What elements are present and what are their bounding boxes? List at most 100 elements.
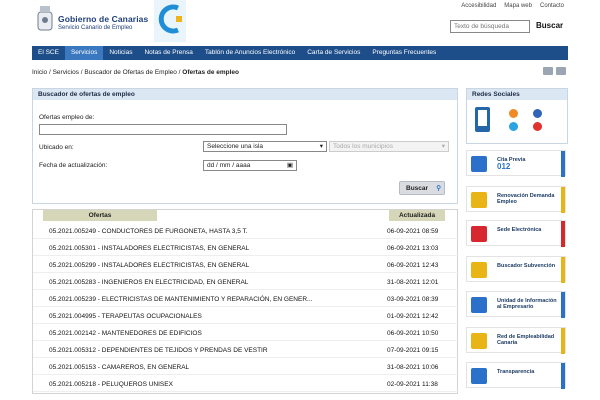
sidebar-item-text: Buscador Subvención [497, 263, 556, 269]
sidebar-item-accent [561, 257, 565, 283]
nav-notas-prensa[interactable]: Notas de Prensa [138, 46, 198, 60]
offer-date: 31-08-2021 10:06 [387, 364, 439, 371]
offer-title[interactable]: 05.2021.005312 - DEPENDIENTES DE TEJIDOS… [49, 347, 268, 354]
sidebar-item-label: Transparencia [497, 369, 561, 375]
sidebar-item-accent [561, 187, 565, 213]
table-row[interactable]: 05.2021.002142 - MANTENEDORES DE EDIFICI… [33, 326, 459, 341]
table-row[interactable]: 05.2021.005249 - CONDUCTORES DE FURGONET… [33, 224, 459, 239]
table-row[interactable]: 05.2021.005218 - PELUQUEROS UNISEX 02-09-… [33, 377, 459, 392]
breadcrumb-path[interactable]: Inicio / Servicios / Buscador de Ofertas… [32, 69, 182, 76]
offer-title[interactable]: 05.2021.002142 - MANTENEDORES DE EDIFICI… [49, 330, 202, 337]
sidebar-item-accent [561, 328, 565, 354]
page-tools [543, 67, 566, 75]
table-row[interactable]: 05.2021.005312 - DEPENDIENTES DE TEJIDOS… [33, 343, 459, 358]
offer-title[interactable]: 05.2021.005301 - INSTALADORES ELECTRICIS… [49, 245, 249, 252]
nav-tablon-anuncios[interactable]: Tablón de Anuncios Electrónico [199, 46, 301, 60]
offer-date: 06-09-2021 12:43 [387, 262, 439, 269]
youtube-icon[interactable] [533, 122, 542, 131]
table-row[interactable]: 05.2021.005283 - INGENIEROS EN ELECTRICI… [33, 275, 459, 290]
sidebar-item-text: Sede Electrónica [497, 227, 542, 233]
chevron-down-icon: ▾ [441, 143, 445, 150]
search-button[interactable]: Buscar [536, 21, 563, 30]
offer-date: 01-09-2021 12:42 [387, 313, 439, 320]
table-row[interactable]: 05.2021.005239 - ELECTRICISTAS DE MANTEN… [33, 292, 459, 307]
chevron-down-icon: ▾ [319, 143, 323, 150]
sce-c-icon [158, 4, 182, 34]
sidebar-item-text: Red de Empleabilidad Canaria [497, 334, 555, 346]
column-header-updated: Actualizada [389, 210, 445, 221]
rss-icon[interactable] [509, 109, 518, 118]
print-icon[interactable] [556, 67, 566, 75]
sidebar-item[interactable]: Renovación Demanda Empleo [466, 186, 566, 213]
sidebar-item-accent [561, 292, 565, 318]
twitter-icon[interactable] [509, 122, 518, 131]
service-icon [471, 262, 487, 278]
nav-noticias[interactable]: Noticias [103, 46, 138, 60]
logo[interactable]: Gobierno de Canarias Servicio Canario de… [58, 14, 148, 31]
offer-title[interactable]: 05.2021.005299 - INSTALADORES ELECTRICIS… [49, 262, 249, 269]
nav-preguntas-frecuentes[interactable]: Preguntas Frecuentes [366, 46, 442, 60]
breadcrumb: Inicio / Servicios / Buscador de Ofertas… [32, 69, 239, 76]
sidebar-item[interactable]: Cita Previa 012 [466, 150, 566, 177]
island-select[interactable]: Seleccione una isla ▾ [203, 141, 327, 152]
service-icon [471, 333, 487, 349]
link-contacto[interactable]: Contacto [540, 3, 564, 9]
logo-subtitle: Servicio Canario de Empleo [58, 25, 133, 31]
table-row[interactable]: 05.2021.005299 - INSTALADORES ELECTRICIS… [33, 258, 459, 273]
site-header: Gobierno de Canarias Servicio Canario de… [0, 0, 600, 46]
island-select-value: Seleccione una isla [207, 143, 264, 150]
sidebar-item-accent [561, 151, 565, 177]
nav-servicios[interactable]: Servicios [64, 46, 104, 60]
sidebar-item-accent [561, 363, 565, 389]
table-row[interactable]: 05.2021.004995 - TERAPEUTAS OCUPACIONALE… [33, 309, 459, 324]
offer-date: 06-09-2021 10:50 [387, 330, 439, 337]
date-input[interactable]: dd / mm / aaaa ▣ [203, 160, 297, 171]
sidebar-item[interactable]: Buscador Subvención [466, 256, 566, 283]
service-icon [471, 226, 487, 242]
sidebar-item-label: Buscador Subvención [497, 263, 561, 269]
offer-title[interactable]: 05.2021.005239 - ELECTRICISTAS DE MANTEN… [49, 296, 312, 303]
offer-date: 02-09-2021 11:38 [387, 381, 438, 388]
sidebar-item[interactable]: Transparencia [466, 362, 566, 389]
offer-title[interactable]: 05.2021.005218 - PELUQUEROS UNISEX [49, 381, 173, 388]
offer-title[interactable]: 05.2021.005283 - INGENIEROS EN ELECTRICI… [49, 279, 248, 286]
top-links: Accesibilidad Mapa web Contacto [461, 3, 564, 9]
calendar-icon[interactable]: ▣ [287, 161, 293, 170]
mobile-app-icon[interactable] [475, 107, 490, 132]
magnifier-icon: ⚲ [436, 185, 441, 192]
offer-title[interactable]: 05.2021.005153 - CAMAREROS, EN GENERAL [49, 364, 189, 371]
municipality-select[interactable]: Todos los municipios ▾ [329, 141, 449, 152]
offer-date: 31-08-2021 12:01 [387, 279, 439, 286]
canarias-shield-icon [37, 6, 53, 31]
sce-logo [154, 0, 186, 42]
sidebar-item-text: Transparencia [497, 369, 535, 375]
offer-title[interactable]: 05.2021.005249 - CONDUCTORES DE FURGONET… [49, 228, 248, 235]
offer-date: 06-09-2021 13:03 [387, 245, 439, 252]
nav-el-sce[interactable]: El SCE [32, 46, 65, 60]
link-mapa-web[interactable]: Mapa web [504, 3, 532, 9]
search-panel: Buscador de ofertas de empleo Ofertas em… [32, 88, 458, 204]
search-input[interactable] [450, 20, 530, 33]
offers-label: Ofertas empleo de: [39, 114, 95, 121]
logo-title: Gobierno de Canarias [58, 14, 149, 24]
results-table: Ofertas Actualizada 05.2021.005249 - CON… [32, 209, 459, 394]
table-row[interactable]: 05.2021.005153 - CAMAREROS, EN GENERAL 31… [33, 360, 459, 375]
offers-input[interactable] [39, 124, 287, 135]
table-row[interactable]: 05.2021.005301 - INSTALADORES ELECTRICIS… [33, 241, 459, 256]
service-icon [471, 297, 487, 313]
sidebar-item[interactable]: Sede Electrónica [466, 220, 566, 247]
sidebar-item[interactable]: Unidad de Información al Empresario [466, 291, 566, 318]
share-icon[interactable] [543, 67, 553, 75]
sidebar-item-text: Unidad de Información al Empresario [497, 298, 557, 310]
sidebar-item[interactable]: Red de Empleabilidad Canaria [466, 327, 566, 354]
main-nav: El SCE Servicios Noticias Notas de Prens… [32, 46, 568, 60]
offer-date: 07-09-2021 09:15 [387, 347, 439, 354]
service-icon [471, 368, 487, 384]
facebook-icon[interactable] [533, 109, 542, 118]
link-accesibilidad[interactable]: Accesibilidad [461, 3, 496, 9]
offer-title[interactable]: 05.2021.004995 - TERAPEUTAS OCUPACIONALE… [49, 313, 202, 320]
nav-carta-servicios[interactable]: Carta de Servicios [301, 46, 366, 60]
location-label: Ubicado en: [39, 144, 74, 151]
buscar-button[interactable]: Buscar ⚲ [399, 181, 445, 195]
sidebar-item-accent [561, 221, 565, 247]
